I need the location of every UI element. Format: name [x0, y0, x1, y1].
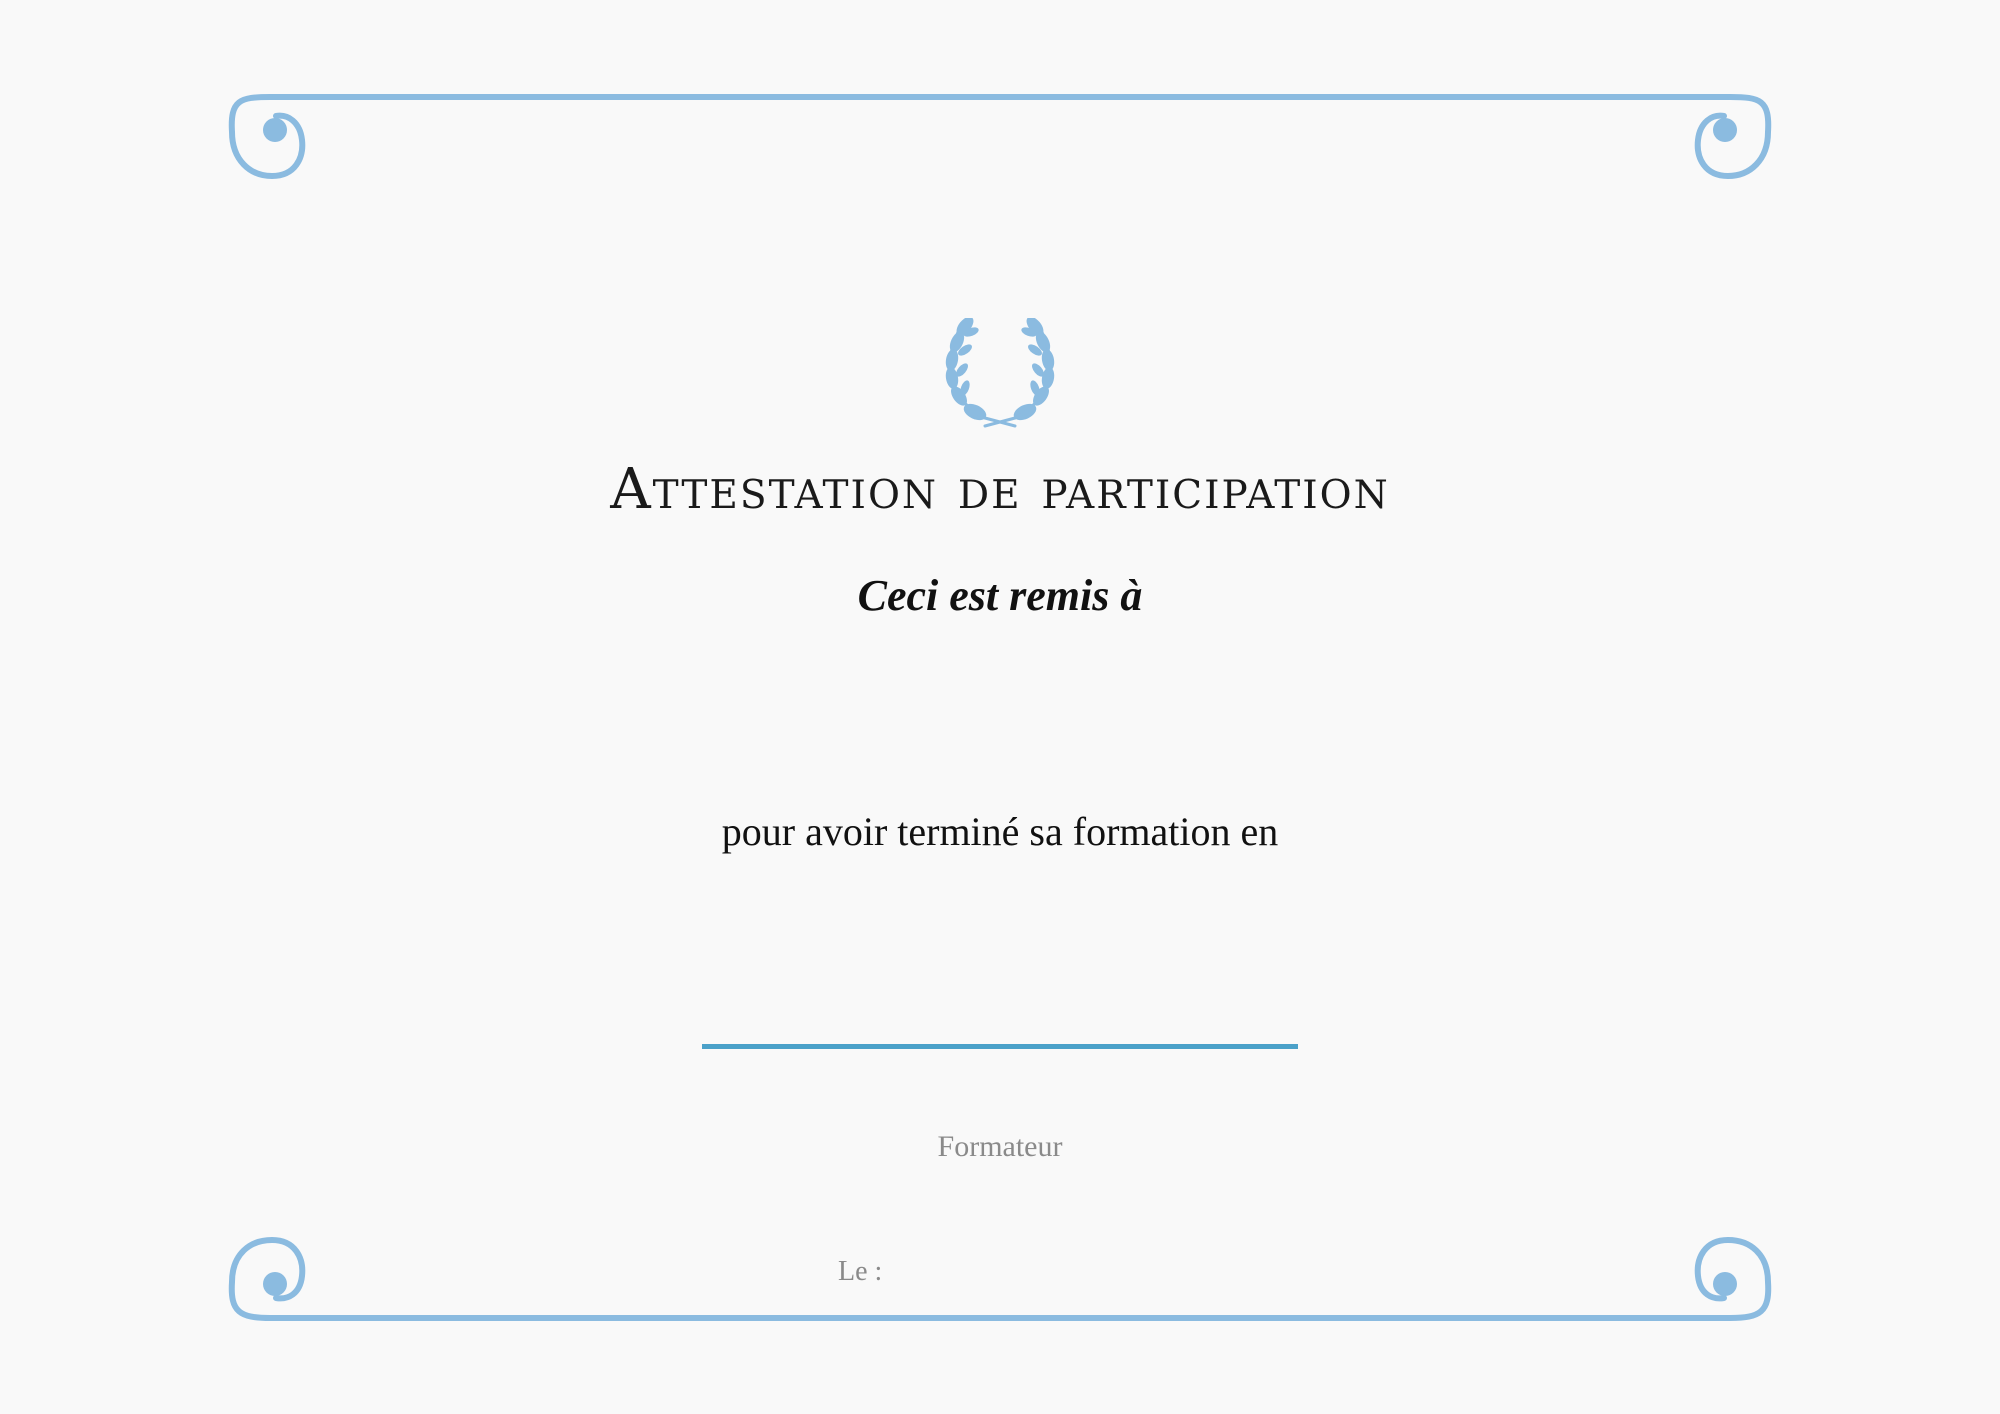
certificate-body-text: pour avoir terminé sa formation en — [721, 809, 1279, 854]
decorative-frame — [228, 94, 1772, 1321]
scroll-dot-top-right — [1713, 118, 1737, 142]
scroll-dot-top-left — [263, 118, 287, 142]
scroll-dot-bottom-left — [263, 1272, 287, 1296]
laurel-wreath-icon — [945, 318, 1055, 428]
certificate-subtitle: Ceci est remis à — [857, 571, 1143, 620]
scroll-dot-bottom-right — [1713, 1272, 1737, 1296]
date-label: Le : — [838, 1256, 883, 1287]
signature-line — [702, 1044, 1298, 1049]
certificate-title: Attestation de participation — [610, 457, 1390, 522]
signature-role-label: Formateur — [937, 1130, 1063, 1163]
